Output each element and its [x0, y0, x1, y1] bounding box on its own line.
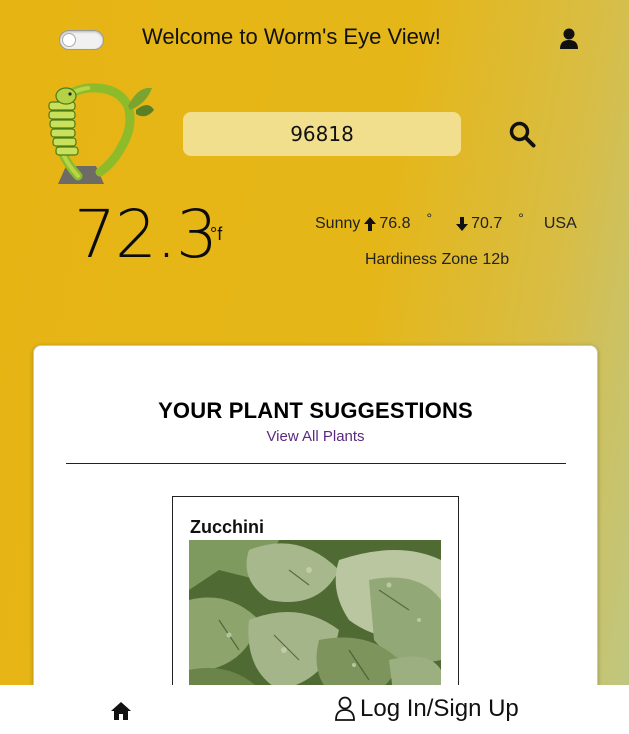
home-icon[interactable] — [110, 701, 132, 721]
suggestions-title: YOUR PLANT SUGGESTIONS — [158, 398, 473, 423]
current-temperature: 72.3 — [74, 196, 218, 273]
login-label: Log In/Sign Up — [360, 695, 519, 722]
country: USA — [543, 215, 577, 232]
plant-name: Zucchini — [190, 517, 265, 537]
zip-search-input[interactable] — [183, 112, 461, 156]
bottom-nav: Log In/Sign Up — [0, 685, 629, 734]
toggle-knob — [62, 33, 76, 47]
search-icon[interactable] — [508, 120, 536, 148]
plant-photo — [189, 540, 441, 700]
high-temperature: 76.8 — [379, 215, 411, 232]
user-outline-icon — [335, 696, 355, 721]
temperature-unit: °f — [210, 224, 223, 244]
divider — [66, 463, 566, 464]
arrow-down-icon — [456, 217, 469, 231]
arrow-up-icon — [364, 217, 377, 231]
low-temperature: 70.7 — [471, 215, 503, 232]
weather-condition: Sunny — [315, 215, 361, 232]
login-signup-button[interactable]: Log In/Sign Up — [334, 695, 519, 723]
view-all-plants-link[interactable]: View All Plants — [34, 428, 597, 445]
theme-toggle[interactable] — [59, 30, 104, 50]
hardiness-zone: Hardiness Zone 12b — [365, 251, 510, 268]
plant-suggestions-card: YOUR PLANT SUGGESTIONS View All Plants Z… — [33, 345, 598, 734]
low-degree-symbol: ° — [518, 210, 524, 226]
user-icon[interactable] — [559, 28, 579, 50]
high-degree-symbol: ° — [426, 210, 433, 226]
welcome-title: Welcome to Worm's Eye View! — [142, 24, 441, 49]
worm-logo — [48, 83, 154, 184]
weather-summary: Sunny 76.8 ° 70.7 ° USA — [315, 210, 577, 233]
